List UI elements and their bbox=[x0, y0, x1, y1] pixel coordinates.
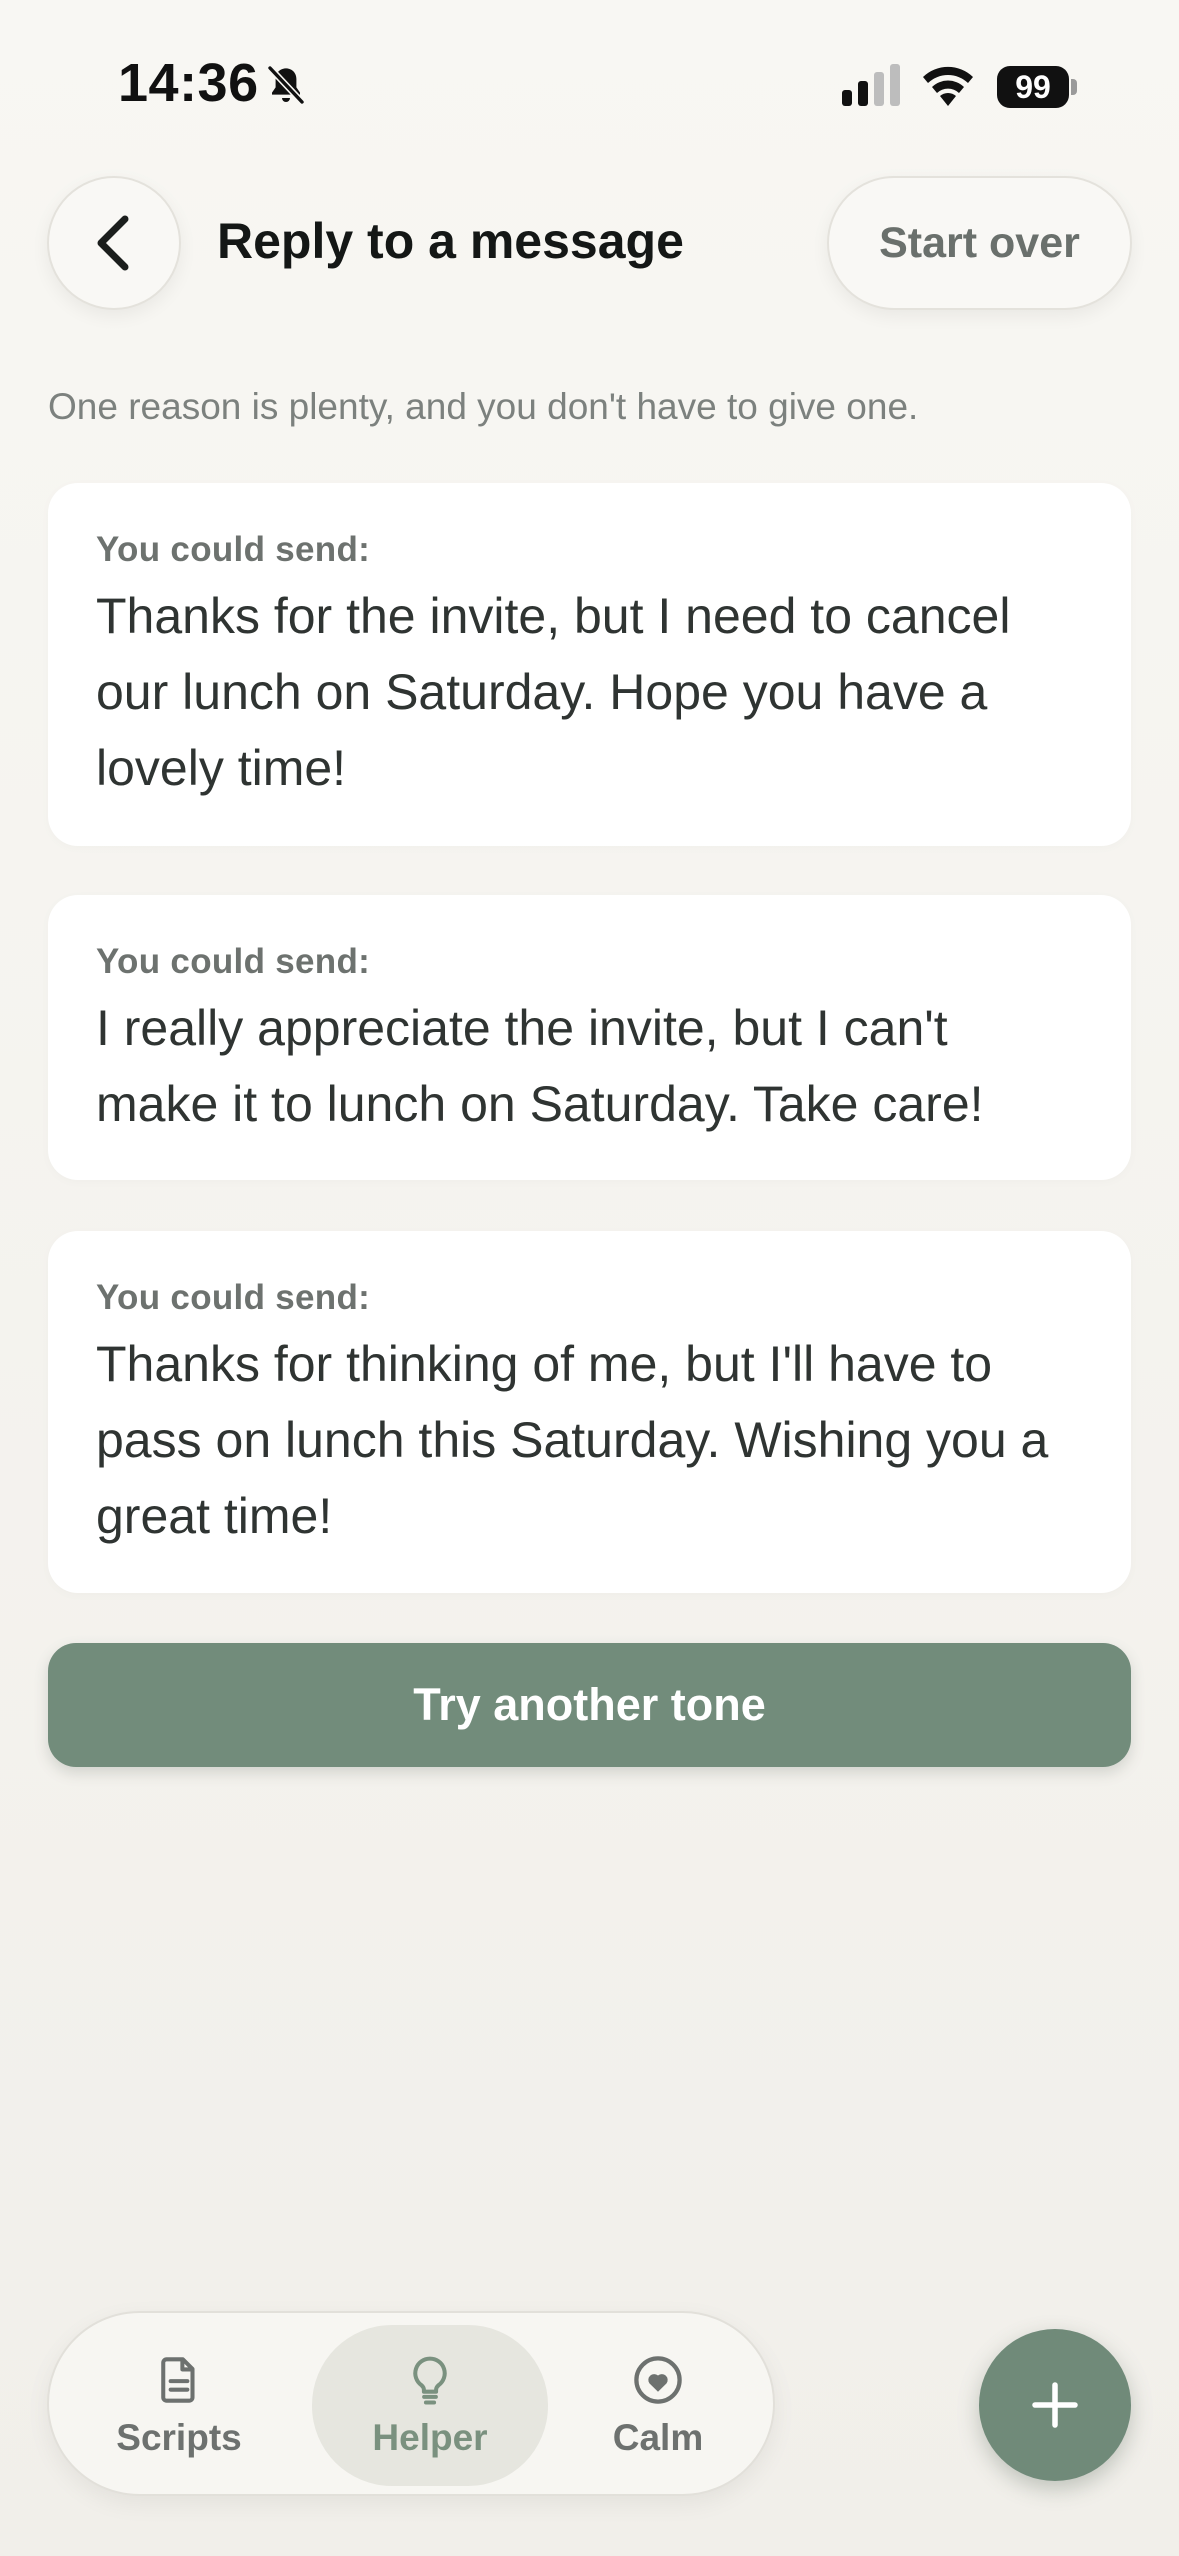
heart-circle-icon bbox=[634, 2355, 682, 2404]
battery-icon: 99 bbox=[997, 66, 1077, 108]
suggestion-card[interactable]: You could send: Thanks for thinking of m… bbox=[48, 1231, 1131, 1593]
tab-scripts-label: Scripts bbox=[116, 2416, 242, 2458]
chevron-left-icon bbox=[97, 215, 129, 271]
tab-bar: Scripts Helper Calm bbox=[47, 2311, 775, 2496]
battery-cap bbox=[1071, 79, 1077, 95]
suggestion-text: I really appreciate the invite, but I ca… bbox=[96, 1000, 984, 1132]
tab-helper-label: Helper bbox=[372, 2416, 488, 2458]
tab-calm-label: Calm bbox=[612, 2416, 704, 2458]
subtitle: One reason is plenty, and you don't have… bbox=[48, 386, 919, 427]
try-another-tone-button[interactable]: Try another tone bbox=[48, 1643, 1131, 1767]
tab-scripts[interactable]: Scripts bbox=[61, 2325, 297, 2486]
suggestion-label: You could send: bbox=[96, 1278, 371, 1317]
bell-slash-icon bbox=[266, 64, 306, 106]
suggestion-label: You could send: bbox=[96, 942, 371, 981]
status-time: 14:36 bbox=[118, 53, 259, 113]
wifi-icon bbox=[923, 66, 973, 106]
status-bar: 14:36 99 bbox=[0, 0, 1179, 170]
plus-icon bbox=[1032, 2382, 1078, 2428]
suggestion-label: You could send: bbox=[96, 530, 371, 569]
suggestion-text: Thanks for the invite, but I need to can… bbox=[96, 588, 1011, 796]
page-title: Reply to a message bbox=[217, 213, 684, 269]
lightbulb-icon bbox=[413, 2356, 447, 2405]
battery-level: 99 bbox=[997, 66, 1069, 108]
cellular-signal-icon bbox=[842, 64, 900, 106]
tab-calm[interactable]: Calm bbox=[540, 2325, 776, 2486]
tab-helper[interactable]: Helper bbox=[312, 2325, 548, 2486]
add-button[interactable] bbox=[979, 2329, 1131, 2481]
document-icon bbox=[161, 2356, 195, 2403]
suggestion-text: Thanks for thinking of me, but I'll have… bbox=[96, 1336, 1049, 1544]
start-over-button[interactable]: Start over bbox=[827, 176, 1132, 310]
suggestion-card[interactable]: You could send: I really appreciate the … bbox=[48, 895, 1131, 1180]
suggestion-card[interactable]: You could send: Thanks for the invite, b… bbox=[48, 483, 1131, 846]
back-button[interactable] bbox=[47, 176, 181, 310]
